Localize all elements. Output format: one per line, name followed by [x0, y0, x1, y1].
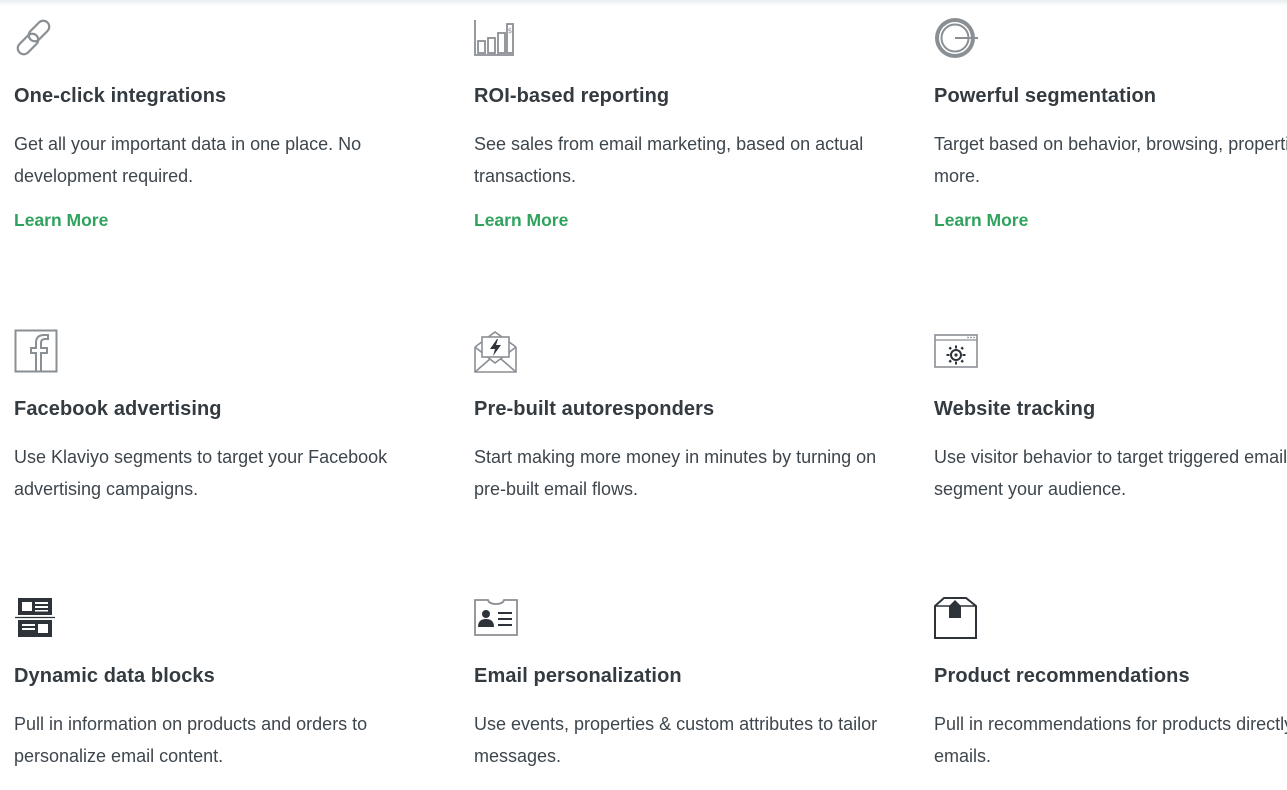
feature-description: Start making more money in minutes by tu…	[474, 447, 877, 499]
target-circle-icon	[934, 16, 980, 62]
feature-description: Target based on behavior, browsing, prop…	[934, 134, 1287, 186]
feature-title: Product recommendations	[934, 665, 1190, 687]
bar-chart-dollar-icon: $	[474, 16, 520, 62]
envelope-lightning-icon	[474, 329, 520, 375]
feature-title: Website tracking	[934, 398, 1096, 420]
feature-description: Pull in recommendations for products dir…	[934, 714, 1287, 766]
feature-title: Powerful segmentation	[934, 85, 1157, 107]
feature-title: Pre-built autoresponders	[474, 398, 715, 420]
feature-description: Get all your important data in one place…	[14, 134, 362, 186]
feature-title: One-click integrations	[14, 85, 227, 107]
feature-description: See sales from email marketing, based on…	[474, 134, 864, 186]
learn-more-link[interactable]: Learn More	[474, 210, 568, 231]
facebook-icon	[14, 329, 60, 375]
product-box-icon	[934, 596, 980, 642]
feature-description: Use events, properties & custom attribut…	[474, 714, 878, 766]
feature-title: ROI-based reporting	[474, 85, 670, 107]
feature-description: Use visitor behavior to target triggered…	[934, 447, 1287, 499]
feature-title: Email personalization	[474, 665, 682, 687]
learn-more-link[interactable]: Learn More	[14, 210, 108, 231]
data-blocks-icon	[14, 596, 60, 642]
svg-text:$: $	[508, 27, 512, 35]
learn-more-link[interactable]: Learn More	[934, 210, 1028, 231]
feature-title: Dynamic data blocks	[14, 665, 215, 687]
feature-title: Facebook advertising	[14, 398, 222, 420]
feature-description: Use Klaviyo segments to target your Face…	[14, 447, 388, 499]
chain-link-icon	[14, 16, 60, 62]
id-card-icon	[474, 596, 520, 642]
header-shadow	[0, 0, 1287, 6]
feature-description: Pull in information on products and orde…	[14, 714, 368, 766]
browser-gear-icon	[934, 329, 980, 375]
